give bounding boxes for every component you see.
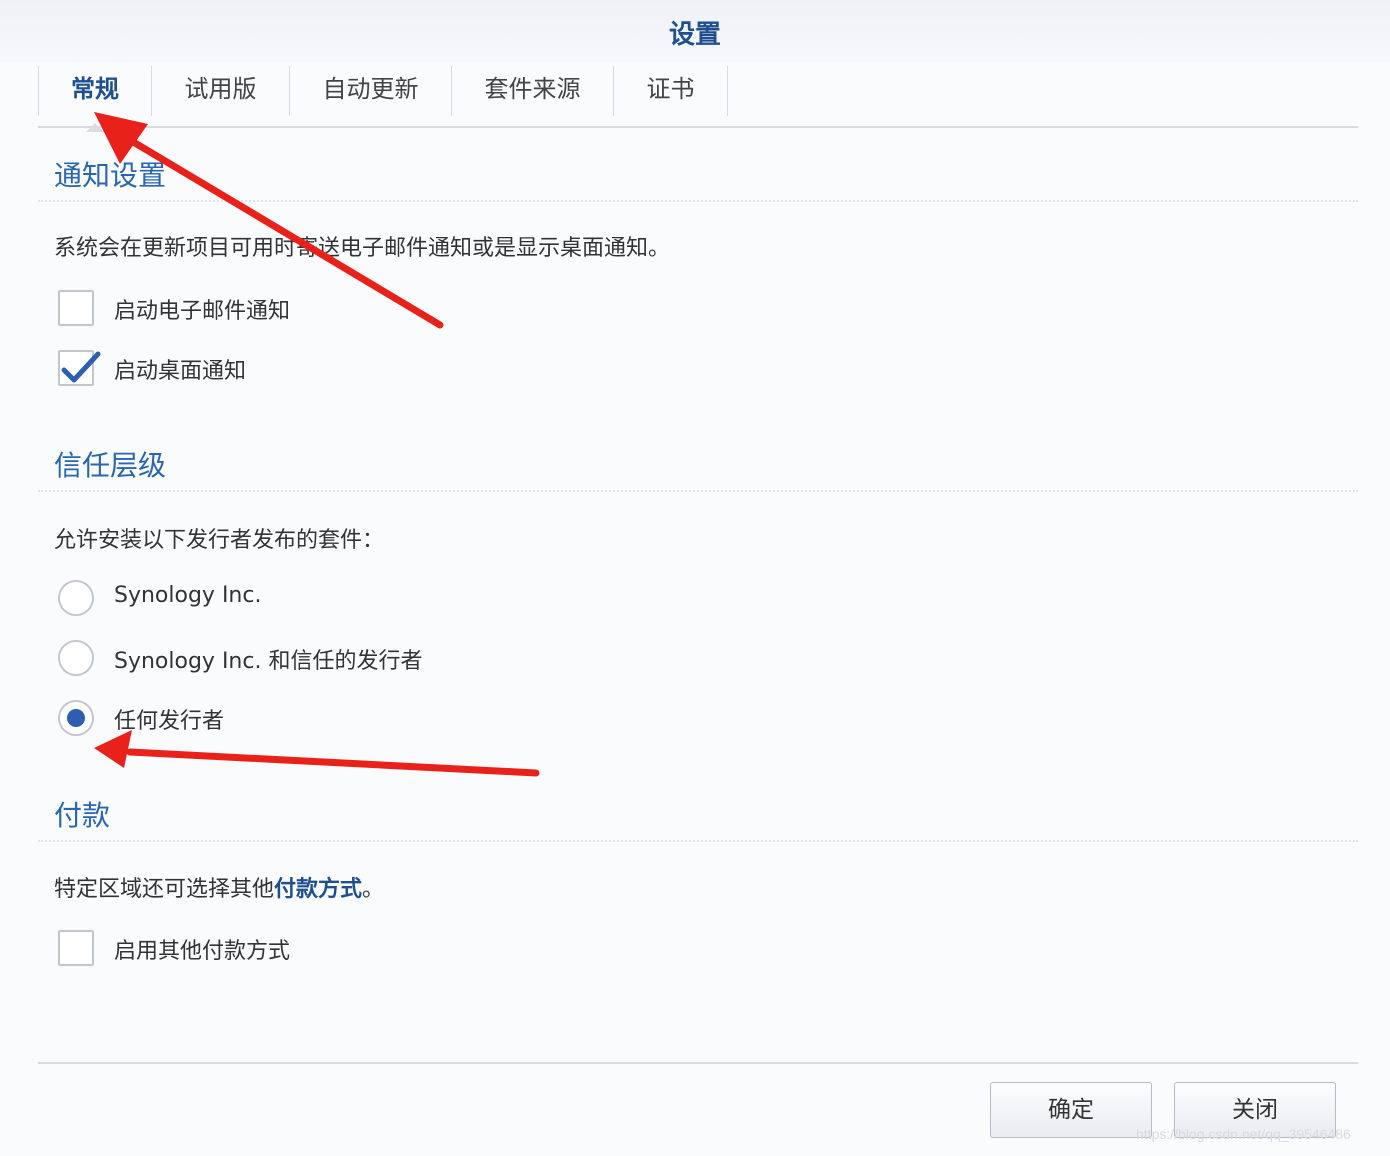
section-divider [38, 490, 1358, 492]
radio-any-publisher[interactable] [58, 700, 94, 736]
annotation-arrows [94, 112, 540, 777]
notification-description: 系统会在更新项目可用时寄送电子邮件通知或是显示桌面通知。 [54, 236, 671, 261]
payment-methods-link[interactable]: 付款方式 [274, 877, 362, 902]
other-payment-checkbox[interactable] [58, 930, 94, 966]
window-title: 设置 [668, 20, 721, 50]
section-divider [38, 840, 1358, 842]
email-notification-label: 启动电子邮件通知 [114, 299, 291, 324]
radio-synology-only-label: Synology Inc. [114, 583, 262, 608]
tab-package-sources[interactable]: 套件来源 [452, 66, 614, 116]
watermark-text: https://blog.csdn.net/qq_39546486 [1136, 1126, 1351, 1142]
ok-button[interactable]: 确定 [990, 1082, 1152, 1138]
payment-section-title: 付款 [54, 799, 111, 832]
section-divider [38, 200, 1358, 202]
arrow-to-any-publisher-icon [94, 730, 540, 777]
other-payment-label: 启用其他付款方式 [114, 939, 291, 964]
footer-divider [38, 1062, 1358, 1064]
checkmark-icon [61, 351, 101, 383]
tab-certificate[interactable]: 证书 [614, 66, 728, 116]
radio-synology-trusted-label: Synology Inc. 和信任的发行者 [114, 649, 423, 674]
notification-section-title: 通知设置 [54, 159, 167, 192]
title-bar: 设置 [0, 0, 1390, 62]
radio-synology-trusted[interactable] [58, 640, 94, 676]
tab-bar: 常规 试用版 自动更新 套件来源 证书 [38, 66, 1358, 132]
radio-selected-dot [67, 709, 85, 727]
trust-description: 允许安装以下发行者发布的套件： [54, 528, 385, 553]
trust-section-title: 信任层级 [54, 449, 167, 482]
tab-trial[interactable]: 试用版 [152, 66, 290, 116]
payment-description: 特定区域还可选择其他付款方式。 [54, 871, 384, 903]
payment-description-text: 特定区域还可选择其他 [54, 877, 275, 902]
payment-description-suffix: 。 [362, 877, 385, 902]
radio-synology-only[interactable] [58, 580, 94, 616]
desktop-notification-checkbox[interactable] [58, 350, 101, 386]
email-notification-checkbox[interactable] [58, 290, 94, 326]
radio-any-publisher-label: 任何发行者 [114, 709, 225, 734]
tab-auto-update[interactable]: 自动更新 [290, 66, 452, 116]
tab-general[interactable]: 常规 [38, 66, 152, 132]
desktop-notification-label: 启动桌面通知 [114, 359, 247, 384]
